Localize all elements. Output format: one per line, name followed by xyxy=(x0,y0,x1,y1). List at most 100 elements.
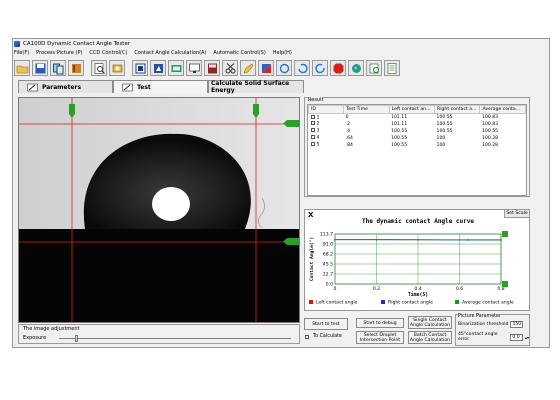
pencil-icon[interactable] xyxy=(240,60,256,76)
col-average-angle[interactable]: Average conta... xyxy=(479,105,526,114)
right-marker-handle[interactable] xyxy=(253,104,259,114)
color-icon[interactable] xyxy=(258,60,274,76)
x-tick-label: 0.4 xyxy=(414,286,421,292)
col-id[interactable]: ID xyxy=(307,105,345,114)
x-tick-label: 0.2 xyxy=(373,286,380,292)
batch-angle-calc-button[interactable]: Batch Contact Angle Calculation xyxy=(408,331,452,344)
row-checkbox[interactable] xyxy=(310,121,315,126)
tab-calculate-surface-energy[interactable]: Calculate Solid Surface Energy xyxy=(208,80,304,94)
to-calculate-box[interactable] xyxy=(305,334,309,339)
scissors-icon[interactable] xyxy=(222,60,238,76)
top-axis-handle[interactable] xyxy=(502,231,508,237)
video-icon[interactable] xyxy=(168,60,184,76)
notebook-icon xyxy=(27,83,38,91)
settings-icon[interactable] xyxy=(109,60,125,76)
cell-right: 100.55 xyxy=(436,121,453,127)
baseline-handle[interactable] xyxy=(287,238,299,245)
tab-parameters[interactable]: Parameters xyxy=(18,80,113,93)
binarization-label: Binarization threshold xyxy=(458,322,509,327)
data-point xyxy=(334,238,336,241)
save-icon[interactable] xyxy=(32,60,48,76)
result-label: Result xyxy=(308,97,324,103)
menu-file[interactable]: File(F) xyxy=(14,49,29,57)
binarization-input[interactable]: 150 xyxy=(510,321,524,328)
crop-icon[interactable] xyxy=(132,60,148,76)
rotate-icon[interactable] xyxy=(294,60,310,76)
row-checkbox[interactable] xyxy=(310,128,315,133)
y-tick-label: 91.0 xyxy=(323,242,333,248)
to-calculate-checkbox[interactable]: To Calculate xyxy=(305,334,342,339)
bottom-axis-handle[interactable] xyxy=(502,281,508,287)
row-checkbox[interactable] xyxy=(310,135,315,140)
droplet-highlight xyxy=(152,187,190,221)
table-row[interactable]: 5 .84 100.55 100 100.28 xyxy=(309,142,526,149)
copy-icon[interactable] xyxy=(50,60,66,76)
picture-parameter-label: Picture Parameter xyxy=(458,314,501,319)
window-title: CA100D Dynamic Contact Angle Tester xyxy=(23,40,131,47)
col-left-angle[interactable]: Left contact an... xyxy=(388,105,436,114)
stop-icon[interactable] xyxy=(330,60,346,76)
toolbar xyxy=(12,58,400,78)
angle-error-input[interactable]: 0.0 xyxy=(510,333,523,341)
contact-angle-chart: X The dynamic contact Angle curve 0.0 22.7 4… xyxy=(304,209,530,311)
tab-test[interactable]: Test xyxy=(113,80,208,93)
menu-automatic-control[interactable]: Automatic Control(S) xyxy=(213,49,265,57)
cell-right: 100 xyxy=(436,142,446,148)
result-table[interactable]: ID Test Time Left contact an... Right co… xyxy=(307,104,527,196)
table-row[interactable]: 3 .4 100.55 100.55 100.55 xyxy=(309,128,526,135)
y-axis-label: Contact Angle(°) xyxy=(309,237,315,281)
calculator-icon[interactable] xyxy=(204,60,220,76)
menu-contact-angle-calc[interactable]: Contact Angle Calculation(A) xyxy=(134,49,206,57)
exposure-slider-track[interactable] xyxy=(59,338,291,339)
cell-id: 2 xyxy=(316,121,320,127)
binarization-row: Binarization threshold 150 xyxy=(458,321,524,328)
menu-help[interactable]: Help(H) xyxy=(273,49,292,57)
start-test-button[interactable]: Start to test xyxy=(304,318,348,330)
globe-icon[interactable] xyxy=(348,60,364,76)
table-row[interactable]: 2 .2 101.11 100.55 100.83 xyxy=(309,121,526,128)
menu-process-picture[interactable]: Process Picture (P) xyxy=(36,49,82,57)
table-row[interactable]: 1 0 101.11 100.55 100.83 xyxy=(309,114,526,121)
cell-average: 100.28 xyxy=(481,135,499,141)
exposure-slider-thumb[interactable] xyxy=(75,335,78,342)
document-icon[interactable] xyxy=(384,60,400,76)
x-tick-label: 0.6 xyxy=(456,286,463,292)
cell-average: 100.55 xyxy=(481,128,499,134)
angle-error-label: 45°contact angle error xyxy=(458,332,498,342)
data-point xyxy=(500,239,502,241)
reset-icon[interactable] xyxy=(276,60,292,76)
cell-time: .4 xyxy=(345,128,351,134)
camera-icon[interactable] xyxy=(150,60,166,76)
cell-id: 3 xyxy=(316,128,320,134)
select-droplet-intersection-button[interactable]: Select Droplet Intersection Point xyxy=(356,331,404,344)
book-icon[interactable] xyxy=(68,60,84,76)
image-adjustment-label: The image adjustment xyxy=(23,326,80,332)
open-folder-icon[interactable] xyxy=(14,60,30,76)
cell-left: 101.11 xyxy=(391,114,408,120)
cell-left: 100.55 xyxy=(391,128,408,134)
col-test-time[interactable]: Test Time xyxy=(343,105,390,114)
col-right-angle[interactable]: Right contact a... xyxy=(434,105,481,114)
top-line-handle[interactable] xyxy=(287,120,299,127)
tab-test-label: Test xyxy=(137,83,151,91)
row-checkbox[interactable] xyxy=(310,114,315,119)
start-debug-button[interactable]: Start to debug xyxy=(356,318,404,328)
left-marker-handle[interactable] xyxy=(69,104,75,114)
legend-label: Left contact angle xyxy=(316,300,358,306)
droplet-image-view[interactable] xyxy=(18,97,300,323)
single-angle-calc-button[interactable]: Single Contact Angle Calculation xyxy=(408,316,452,329)
zoom-icon[interactable] xyxy=(366,60,382,76)
print-preview-icon[interactable] xyxy=(91,60,107,76)
monitor-icon[interactable] xyxy=(186,60,202,76)
chart-x-icon[interactable]: X xyxy=(308,211,314,219)
cell-right: 100 xyxy=(436,135,446,141)
table-row[interactable]: 4 .64 100.55 100 100.28 xyxy=(309,135,526,142)
cell-time: 0 xyxy=(345,114,349,120)
set-scale-button[interactable]: Set Scale xyxy=(504,209,530,218)
refresh-icon[interactable] xyxy=(312,60,328,76)
cell-average: 100.83 xyxy=(481,114,499,120)
spin-arrows-icon[interactable]: ▴▾ xyxy=(525,335,529,340)
data-point xyxy=(467,239,469,241)
menu-ccd-control[interactable]: CCD Control(C) xyxy=(89,49,127,57)
row-checkbox[interactable] xyxy=(310,142,315,147)
